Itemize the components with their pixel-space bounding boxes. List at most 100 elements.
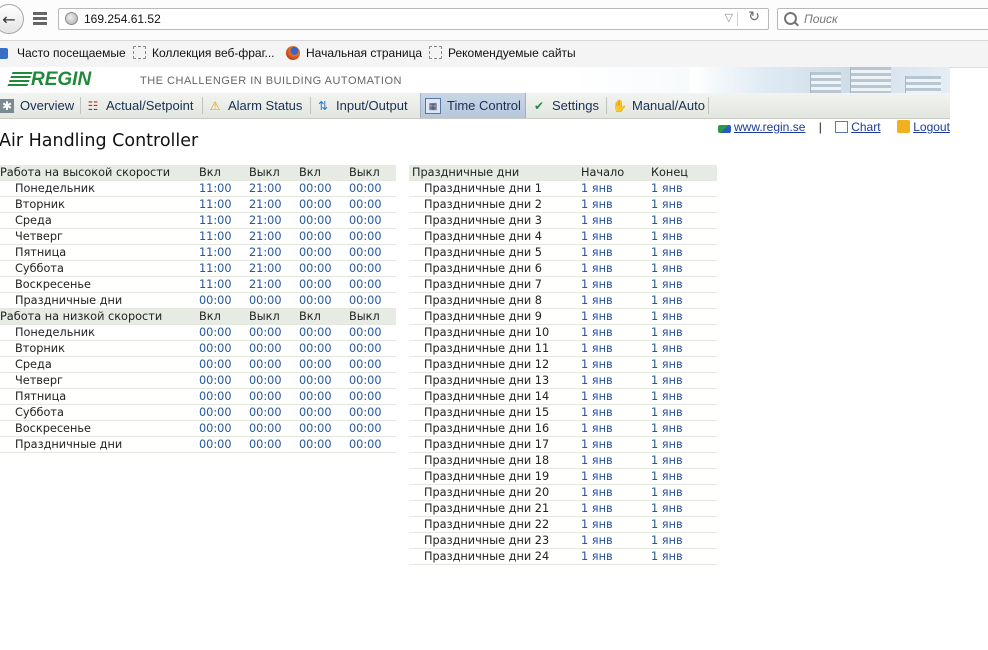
time-value[interactable]: 00:00 bbox=[299, 276, 349, 293]
holiday-end[interactable]: 1 янв bbox=[651, 452, 717, 469]
time-value[interactable]: 00:00 bbox=[199, 436, 249, 453]
holiday-end[interactable]: 1 янв bbox=[651, 244, 717, 261]
holiday-start[interactable]: 1 янв bbox=[581, 388, 651, 405]
time-value[interactable]: 21:00 bbox=[249, 196, 299, 213]
holiday-end[interactable]: 1 янв bbox=[651, 532, 717, 549]
time-value[interactable]: 00:00 bbox=[349, 244, 396, 261]
bookmark-web-slices[interactable]: Коллекция веб-фраг... bbox=[133, 46, 275, 60]
holiday-start[interactable]: 1 янв bbox=[581, 548, 651, 565]
holiday-start[interactable]: 1 янв bbox=[581, 244, 651, 261]
holiday-end[interactable]: 1 янв bbox=[651, 324, 717, 341]
time-value[interactable]: 00:00 bbox=[349, 276, 396, 293]
time-value[interactable]: 00:00 bbox=[249, 404, 299, 421]
time-value[interactable]: 00:00 bbox=[199, 356, 249, 373]
tab-input-output[interactable]: ⇅ Input/Output bbox=[316, 93, 416, 118]
history-icon[interactable] bbox=[33, 12, 47, 25]
time-value[interactable]: 00:00 bbox=[349, 404, 396, 421]
time-value[interactable]: 00:00 bbox=[299, 436, 349, 453]
time-value[interactable]: 00:00 bbox=[249, 356, 299, 373]
time-value[interactable]: 21:00 bbox=[249, 180, 299, 197]
regin-site-link[interactable]: www.regin.se bbox=[734, 120, 805, 134]
holiday-end[interactable]: 1 янв bbox=[651, 228, 717, 245]
reload-icon[interactable]: ↻ bbox=[748, 9, 760, 25]
tab-overview[interactable]: ✱ Overview bbox=[0, 93, 78, 118]
time-value[interactable]: 00:00 bbox=[199, 388, 249, 405]
tab-time-control[interactable]: ▦ Time Control bbox=[420, 93, 526, 118]
holiday-end[interactable]: 1 янв bbox=[651, 340, 717, 357]
address-bar[interactable]: 169.254.61.52 ▽ ↻ bbox=[58, 8, 769, 30]
time-value[interactable]: 00:00 bbox=[249, 340, 299, 357]
time-value[interactable]: 00:00 bbox=[349, 292, 396, 309]
time-value[interactable]: 11:00 bbox=[199, 228, 249, 245]
time-value[interactable]: 21:00 bbox=[249, 244, 299, 261]
holiday-start[interactable]: 1 янв bbox=[581, 372, 651, 389]
time-value[interactable]: 00:00 bbox=[299, 388, 349, 405]
holiday-start[interactable]: 1 янв bbox=[581, 532, 651, 549]
holiday-start[interactable]: 1 янв bbox=[581, 324, 651, 341]
holiday-end[interactable]: 1 янв bbox=[651, 500, 717, 517]
holiday-end[interactable]: 1 янв bbox=[651, 212, 717, 229]
holiday-end[interactable]: 1 янв bbox=[651, 484, 717, 501]
holiday-end[interactable]: 1 янв bbox=[651, 276, 717, 293]
holiday-start[interactable]: 1 янв bbox=[581, 516, 651, 533]
holiday-start[interactable]: 1 янв bbox=[581, 500, 651, 517]
time-value[interactable]: 00:00 bbox=[299, 260, 349, 277]
time-value[interactable]: 00:00 bbox=[299, 420, 349, 437]
search-input[interactable]: Поиск bbox=[777, 8, 988, 30]
time-value[interactable]: 00:00 bbox=[349, 324, 396, 341]
holiday-start[interactable]: 1 янв bbox=[581, 308, 651, 325]
time-value[interactable]: 00:00 bbox=[249, 388, 299, 405]
time-value[interactable]: 11:00 bbox=[199, 276, 249, 293]
time-value[interactable]: 21:00 bbox=[249, 276, 299, 293]
time-value[interactable]: 11:00 bbox=[199, 212, 249, 229]
logout-link[interactable]: Logout bbox=[913, 120, 950, 134]
time-value[interactable]: 00:00 bbox=[349, 228, 396, 245]
holiday-end[interactable]: 1 янв bbox=[651, 356, 717, 373]
time-value[interactable]: 21:00 bbox=[249, 228, 299, 245]
holiday-end[interactable]: 1 янв bbox=[651, 308, 717, 325]
time-value[interactable]: 00:00 bbox=[199, 420, 249, 437]
time-value[interactable]: 00:00 bbox=[299, 340, 349, 357]
holiday-start[interactable]: 1 янв bbox=[581, 260, 651, 277]
holiday-start[interactable]: 1 янв bbox=[581, 420, 651, 437]
holiday-start[interactable]: 1 янв bbox=[581, 228, 651, 245]
time-value[interactable]: 00:00 bbox=[249, 436, 299, 453]
time-value[interactable]: 21:00 bbox=[249, 212, 299, 229]
holiday-start[interactable]: 1 янв bbox=[581, 196, 651, 213]
tab-actual-setpoint[interactable]: ☷ Actual/Setpoint bbox=[86, 93, 200, 118]
dropdown-arrow-icon[interactable]: ▽ bbox=[725, 11, 733, 24]
time-value[interactable]: 21:00 bbox=[249, 260, 299, 277]
time-value[interactable]: 00:00 bbox=[349, 340, 396, 357]
holiday-start[interactable]: 1 янв bbox=[581, 468, 651, 485]
time-value[interactable]: 00:00 bbox=[299, 180, 349, 197]
time-value[interactable]: 00:00 bbox=[349, 356, 396, 373]
time-value[interactable]: 00:00 bbox=[299, 404, 349, 421]
holiday-start[interactable]: 1 янв bbox=[581, 180, 651, 197]
holiday-start[interactable]: 1 янв bbox=[581, 292, 651, 309]
tab-settings[interactable]: ✔ Settings bbox=[532, 93, 604, 118]
bookmark-recommended[interactable]: Рекомендуемые сайты bbox=[429, 46, 576, 60]
time-value[interactable]: 11:00 bbox=[199, 244, 249, 261]
time-value[interactable]: 00:00 bbox=[349, 436, 396, 453]
time-value[interactable]: 00:00 bbox=[349, 260, 396, 277]
time-value[interactable]: 00:00 bbox=[349, 212, 396, 229]
holiday-end[interactable]: 1 янв bbox=[651, 548, 717, 565]
time-value[interactable]: 00:00 bbox=[249, 372, 299, 389]
tab-alarm-status[interactable]: ⚠ Alarm Status bbox=[208, 93, 308, 118]
time-value[interactable]: 00:00 bbox=[199, 324, 249, 341]
time-value[interactable]: 00:00 bbox=[349, 388, 396, 405]
time-value[interactable]: 11:00 bbox=[199, 180, 249, 197]
time-value[interactable]: 11:00 bbox=[199, 260, 249, 277]
time-value[interactable]: 00:00 bbox=[249, 292, 299, 309]
holiday-start[interactable]: 1 янв bbox=[581, 340, 651, 357]
time-value[interactable]: 00:00 bbox=[249, 420, 299, 437]
time-value[interactable]: 00:00 bbox=[299, 212, 349, 229]
holiday-end[interactable]: 1 янв bbox=[651, 292, 717, 309]
time-value[interactable]: 00:00 bbox=[299, 244, 349, 261]
bookmark-start-page[interactable]: Начальная страница bbox=[286, 46, 422, 60]
time-value[interactable]: 00:00 bbox=[299, 356, 349, 373]
holiday-end[interactable]: 1 янв bbox=[651, 420, 717, 437]
bookmark-most-visited[interactable]: Часто посещаемые bbox=[0, 46, 126, 60]
holiday-end[interactable]: 1 янв bbox=[651, 180, 717, 197]
holiday-end[interactable]: 1 янв bbox=[651, 516, 717, 533]
